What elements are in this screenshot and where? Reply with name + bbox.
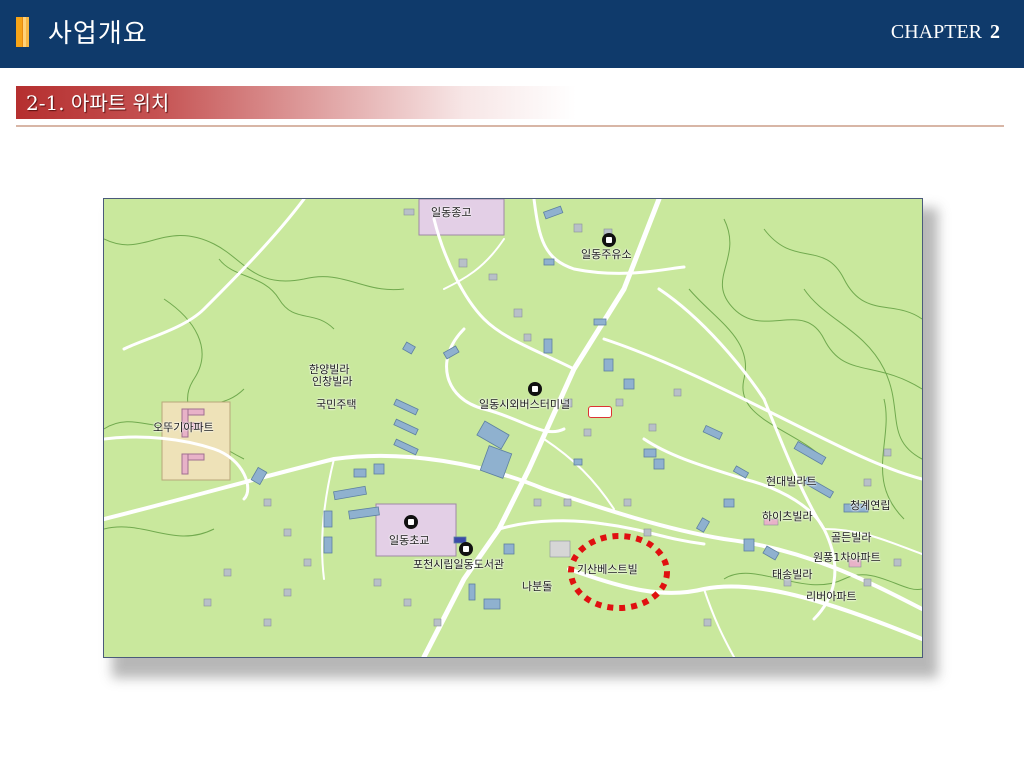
chapter-indicator: CHAPTER 2 xyxy=(891,20,1000,44)
map-label: 일동종고 xyxy=(431,206,472,219)
map-label: 국민주택 xyxy=(316,398,357,411)
map-label: 청계연립 xyxy=(850,499,891,512)
page-title: 사업개요 xyxy=(48,19,148,49)
map-label: 하이츠빌라 xyxy=(762,510,813,523)
section-title: 2-1. 아파트 위치 xyxy=(26,91,170,115)
map-label: 원풍1차아파트 xyxy=(813,551,881,564)
header-accent-icon xyxy=(16,17,26,47)
map-label: 일동시외버스터미널 xyxy=(479,398,571,411)
map-label-target: 기산베스트빌 xyxy=(577,563,638,576)
gas-station-icon xyxy=(602,233,616,247)
bus-sign-icon xyxy=(588,406,612,418)
map-label: 나분돌 xyxy=(522,580,553,593)
map-label: 태송빌라 xyxy=(772,568,813,581)
map-label: 일동초교 xyxy=(389,534,430,547)
chapter-number: 2 xyxy=(990,21,1000,43)
map-label: 골든빌라 xyxy=(831,531,872,544)
chapter-label: CHAPTER xyxy=(890,21,982,43)
library-icon xyxy=(459,542,473,556)
map-label: 인창빌라 xyxy=(312,375,353,388)
location-map[interactable]: 일동종고 일동주유소 한양빌라 인창빌라 국민주택 일동시외버스터미널 오뚜기아… xyxy=(103,198,923,658)
bus-terminal-icon xyxy=(528,382,542,396)
header-bar: 사업개요 CHAPTER 2 xyxy=(0,0,1024,68)
map-canvas xyxy=(104,199,922,657)
elementary-school-zone xyxy=(375,503,457,557)
map-label: 현대빌라트 xyxy=(766,475,817,488)
map-label: 리버아파트 xyxy=(806,590,857,603)
map-label: 일동주유소 xyxy=(581,248,632,261)
map-label: 포천시립일동도서관 xyxy=(413,558,505,571)
school-icon xyxy=(404,515,418,529)
section-divider xyxy=(16,125,1004,127)
map-label: 오뚜기아파트 xyxy=(153,421,214,434)
